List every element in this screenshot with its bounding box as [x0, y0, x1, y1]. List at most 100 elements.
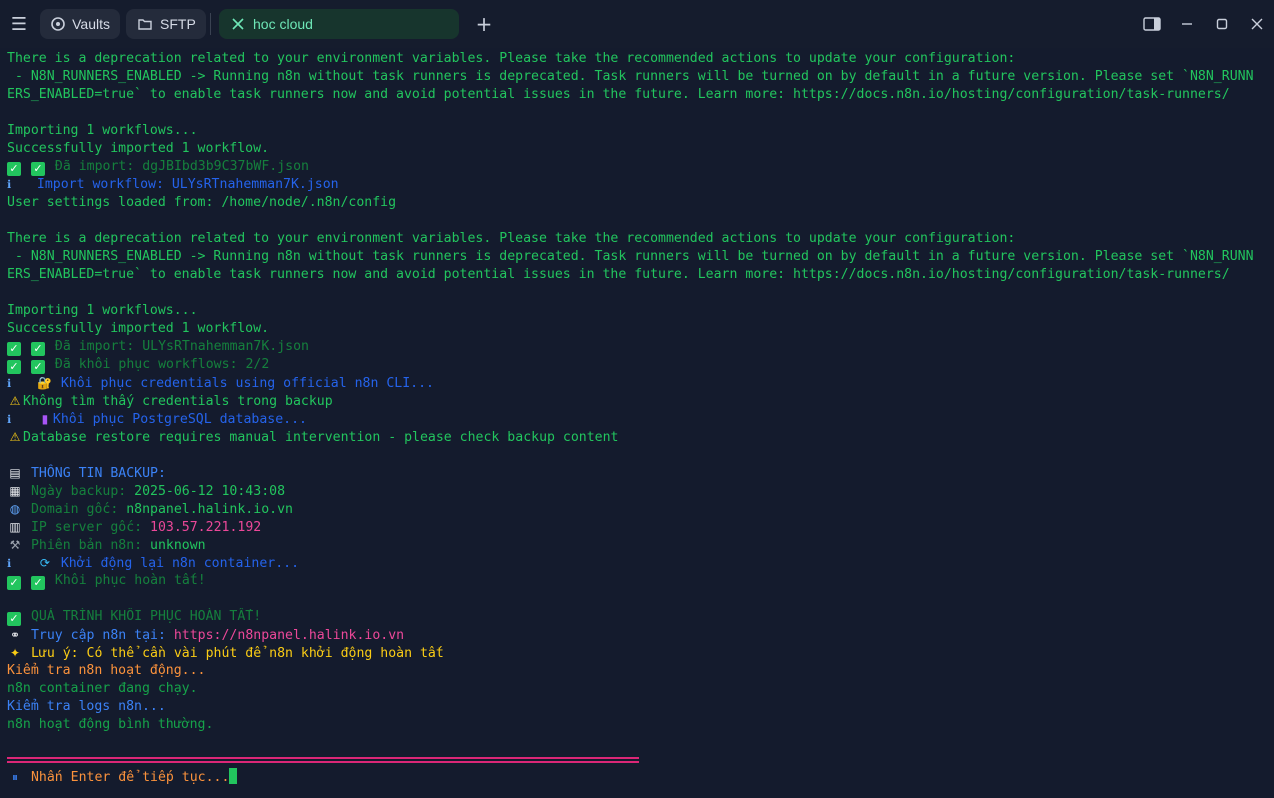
line-text: Khôi phục PostgreSQL database... — [52, 412, 307, 427]
terminal-line: - N8N_RUNNERS_ENABLED -> Running n8n wit… — [7, 249, 1254, 264]
terminal-line: ⚭ Truy cập n8n tại: https://n8npanel.hal… — [7, 626, 1269, 644]
terminal-line: ℹ Import workflow: ULYsRTnahemman7K.json — [7, 176, 1269, 194]
warning-icon: ⚠ — [9, 430, 21, 444]
check-icon: ✓ — [30, 576, 45, 590]
clipboard-icon: ▤ — [9, 466, 21, 480]
separator-line — [7, 757, 639, 759]
hamburger-menu-icon[interactable]: ☰ — [0, 0, 38, 48]
terminal-output[interactable]: There is a deprecation related to your e… — [0, 48, 1274, 798]
terminal-line: ✓ QUÁ TRÌNH KHÔI PHỤC HOÀN TẤT! — [7, 608, 1269, 626]
terminal-line: ℹ ⟳ Khởi động lại n8n container... — [7, 554, 1269, 572]
pause-icon: ⏸ — [11, 770, 18, 784]
info-icon: ℹ — [7, 377, 12, 390]
lightbulb-icon: ✦ — [9, 646, 21, 660]
line-text: QUÁ TRÌNH KHÔI PHỤC HOÀN TẤT! — [23, 609, 262, 624]
line-text: Đã import: dgJBIbd3b9C37bWF.json — [46, 159, 309, 174]
line-text: Không tìm thấy credentials trong backup — [23, 394, 333, 409]
input-prompt[interactable]: ⏸ Nhấn Enter để tiếp tục... — [7, 768, 1269, 786]
check-icon: ✓ — [30, 342, 45, 356]
terminal-line: There is a deprecation related to your e… — [7, 51, 1016, 66]
terminal-line: ▥ IP server gốc: 103.57.221.192 — [7, 518, 1269, 536]
tab-sftp[interactable]: SFTP — [126, 9, 206, 39]
check-icon: ✓ — [7, 576, 21, 590]
tab-label: SFTP — [160, 16, 196, 32]
line-value: n8npanel.halink.io.vn — [126, 502, 293, 517]
terminal-line: ▦ Ngày backup: 2025-06-12 10:43:08 — [7, 482, 1269, 500]
info-icon: ℹ — [7, 557, 12, 570]
info-icon: ℹ — [7, 178, 12, 191]
line-text: Khởi động lại n8n container... — [52, 556, 300, 571]
line-text: Đã khôi phục workflows: 2/2 — [46, 357, 270, 372]
prompt-text: Nhấn Enter để tiếp tục... — [23, 770, 230, 785]
terminal-line: ▤ THÔNG TIN BACKUP: — [7, 464, 1269, 482]
line-text: THÔNG TIN BACKUP: — [23, 466, 166, 481]
title-bar: ☰ Vaults SFTP hoc cloud + — [0, 0, 1274, 48]
terminal-line: ✓ ✓ Đã import: ULYsRTnahemman7K.json — [7, 338, 1269, 356]
separator-line — [7, 761, 639, 763]
check-icon: ✓ — [7, 162, 21, 176]
close-icon[interactable] — [229, 18, 247, 30]
terminal-line: ERS_ENABLED=true` to enable task runners… — [7, 267, 1230, 282]
terminal-line: Importing 1 workflows... — [7, 303, 198, 318]
terminal-line: ℹ 🔐 Khôi phục credentials using official… — [7, 374, 1269, 392]
tab-hoc-cloud[interactable]: hoc cloud — [219, 9, 459, 39]
wrench-icon: ⚒ — [9, 538, 21, 552]
vault-icon — [50, 17, 66, 31]
terminal-line: Successfully imported 1 workflow. — [7, 141, 270, 156]
tab-vaults[interactable]: Vaults — [40, 9, 120, 39]
line-value: unknown — [150, 538, 206, 553]
refresh-icon: ⟳ — [39, 556, 50, 570]
terminal-line: Successfully imported 1 workflow. — [7, 321, 270, 336]
terminal-line: ⚒ Phiên bản n8n: unknown — [7, 536, 1269, 554]
minimize-icon[interactable] — [1169, 0, 1204, 48]
globe-icon: ◍ — [9, 502, 21, 516]
maximize-icon[interactable] — [1204, 0, 1239, 48]
check-icon: ✓ — [30, 162, 45, 176]
line-text: Khôi phục credentials using official n8n… — [52, 376, 434, 391]
terminal-line: There is a deprecation related to your e… — [7, 231, 1016, 246]
terminal-line: ✓ ✓ Đã khôi phục workflows: 2/2 — [7, 356, 1269, 374]
terminal-cursor — [229, 768, 238, 784]
check-icon: ✓ — [7, 612, 21, 626]
database-icon: ▮ — [41, 412, 49, 426]
terminal-line: User settings loaded from: /home/node/.n… — [7, 195, 397, 210]
terminal-line: - N8N_RUNNERS_ENABLED -> Running n8n wit… — [7, 69, 1254, 84]
tab-label: hoc cloud — [253, 16, 313, 32]
terminal-line: ◍ Domain gốc: n8npanel.halink.io.vn — [7, 500, 1269, 518]
line-value: 2025-06-12 10:43:08 — [134, 484, 286, 499]
line-text: Lưu ý: Có thể cần vài phút để n8n khởi đ… — [23, 646, 444, 661]
link-icon: ⚭ — [9, 628, 21, 642]
tab-divider — [210, 13, 211, 35]
terminal-line: n8n hoạt động bình thường. — [7, 717, 214, 732]
server-icon: ▥ — [9, 520, 21, 534]
line-text: Đã import: ULYsRTnahemman7K.json — [46, 339, 309, 354]
access-url-link[interactable]: https://n8npanel.halink.io.vn — [174, 628, 404, 643]
terminal-window: ☰ Vaults SFTP hoc cloud + There is a dep… — [0, 0, 1274, 798]
line-label: Phiên bản n8n: — [23, 538, 151, 553]
close-window-icon[interactable] — [1239, 0, 1274, 48]
plus-icon[interactable]: + — [465, 0, 503, 48]
line-label: IP server gốc: — [23, 520, 151, 535]
info-icon: ℹ — [7, 413, 12, 426]
terminal-line: Kiểm tra n8n hoạt động... — [7, 663, 206, 678]
window-controls — [1134, 0, 1274, 48]
line-label: Truy cập n8n tại: — [23, 628, 174, 643]
terminal-line: Importing 1 workflows... — [7, 123, 198, 138]
folder-icon — [136, 18, 154, 30]
terminal-line: Kiểm tra logs n8n... — [7, 699, 166, 714]
line-label: Ngày backup: — [23, 484, 135, 499]
terminal-line: ERS_ENABLED=true` to enable task runners… — [7, 87, 1230, 102]
tab-label: Vaults — [72, 16, 110, 32]
terminal-line: ⚠ Không tìm thấy credentials trong backup — [7, 392, 1269, 410]
line-value: 103.57.221.192 — [150, 520, 262, 535]
check-icon: ✓ — [30, 360, 45, 374]
line-text: Khôi phục hoàn tất! — [46, 573, 206, 588]
split-view-icon[interactable] — [1134, 0, 1169, 48]
terminal-line: n8n container đang chạy. — [7, 681, 198, 696]
line-text: Database restore requires manual interve… — [23, 430, 619, 445]
